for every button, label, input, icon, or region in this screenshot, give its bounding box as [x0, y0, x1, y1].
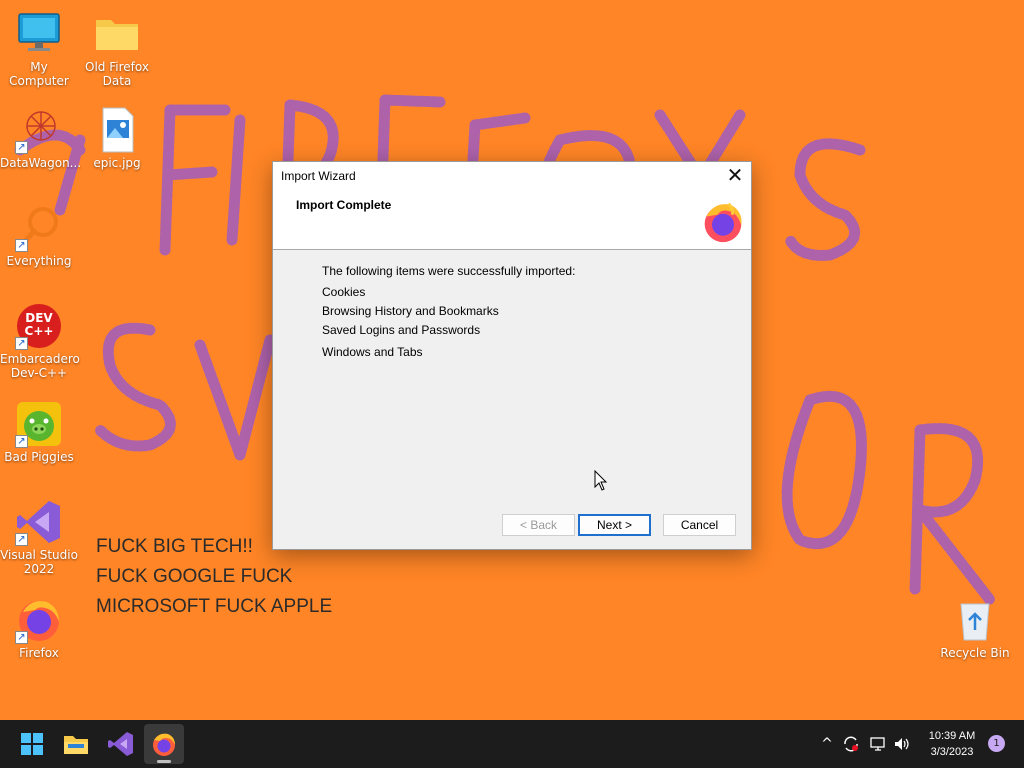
desktop-icon-label: DataWagon...: [0, 156, 82, 170]
network-icon[interactable]: [869, 735, 887, 753]
shortcut-arrow-icon: ↗: [15, 533, 28, 546]
shortcut-arrow-icon: ↗: [15, 239, 28, 252]
datawagon-icon: ↗: [15, 106, 63, 154]
taskbar-firefox[interactable]: [144, 724, 184, 764]
desktop-icon-label: Old Firefox Data: [85, 60, 149, 88]
desktop-icon-my-computer[interactable]: My Computer: [0, 10, 78, 88]
page-heading: Import Complete: [296, 198, 392, 212]
start-icon: [21, 733, 43, 755]
desktop-icon-old-firefox-data[interactable]: Old Firefox Data: [78, 10, 156, 88]
mouse-cursor-icon: [594, 470, 608, 491]
desktop-icon-everything[interactable]: ↗ Everything: [0, 204, 78, 268]
firefox-icon: [153, 733, 175, 756]
desktop-icon-label: Bad Piggies: [4, 450, 74, 464]
desktop-icon-recycle-bin[interactable]: Recycle Bin: [936, 596, 1014, 660]
show-hidden-icons-chevron-icon[interactable]: ^: [818, 735, 836, 753]
desktop-icon-label: epic.jpg: [93, 156, 141, 170]
wallpaper-text-line: MICROSOFT FUCK APPLE: [96, 596, 333, 617]
folder-icon: [93, 10, 141, 58]
notification-badge[interactable]: 1: [988, 735, 1005, 752]
firefox-logo-icon: [701, 200, 745, 244]
desktop-icon-dev-cpp[interactable]: DEV C++ ↗ Embarcadero Dev-C++: [0, 302, 80, 380]
desktop-icon-firefox[interactable]: ↗ Firefox: [0, 596, 78, 660]
close-icon[interactable]: ✕: [719, 162, 751, 190]
taskbar-visual-studio[interactable]: [100, 724, 140, 764]
imported-item: Cookies: [322, 285, 366, 299]
desktop-icon-datawagon[interactable]: ↗ DataWagon...: [0, 106, 82, 170]
back-button[interactable]: < Back: [502, 514, 575, 536]
shortcut-arrow-icon: ↗: [15, 631, 28, 644]
visual-studio-icon: [108, 732, 133, 756]
desktop-icon-label: Recycle Bin: [940, 646, 1010, 660]
cancel-button[interactable]: Cancel: [663, 514, 736, 536]
recycle-bin-icon: [951, 596, 999, 644]
sync-icon[interactable]: [842, 735, 860, 753]
desktop-icon-label: Everything: [6, 254, 72, 268]
desktop-icon-epic-jpg[interactable]: epic.jpg: [78, 106, 156, 170]
desktop-icon-label: My Computer: [9, 60, 69, 88]
clock-time: 10:39 AM: [928, 730, 976, 742]
clock-date: 3/3/2023: [930, 746, 974, 758]
start-button[interactable]: [12, 724, 52, 764]
system-clock[interactable]: 10:39 AM 3/3/2023: [920, 728, 984, 760]
taskbar-file-explorer[interactable]: [56, 724, 96, 764]
shortcut-arrow-icon: ↗: [15, 337, 28, 350]
taskbar: ^: [0, 720, 1024, 768]
devcpp-icon: DEV C++ ↗: [15, 302, 63, 350]
next-button[interactable]: Next >: [578, 514, 651, 536]
shortcut-arrow-icon: ↗: [15, 435, 28, 448]
shortcut-arrow-icon: ↗: [15, 141, 28, 154]
active-indicator: [157, 760, 171, 763]
import-wizard-dialog: Import Wizard ✕ Import Complete The foll…: [272, 161, 752, 550]
wallpaper-text-line: FUCK GOOGLE FUCK: [96, 566, 293, 587]
firefox-icon: ↗: [15, 596, 63, 644]
devcpp-logo-text: DEV C++: [24, 311, 54, 338]
visual-studio-icon: ↗: [15, 498, 63, 546]
volume-icon[interactable]: [893, 735, 911, 753]
imported-item: Saved Logins and Passwords: [322, 323, 481, 337]
dialog-header: Import Wizard ✕ Import Complete: [273, 162, 751, 250]
import-intro-text: The following items were successfully im…: [322, 264, 576, 278]
desktop-icon-label: Embarcadero Dev-C++: [0, 352, 80, 380]
image-file-icon: [93, 106, 141, 154]
monitor-icon: [15, 10, 63, 58]
file-explorer-icon: [64, 736, 88, 754]
magnifier-icon: ↗: [15, 204, 63, 252]
desktop-icon-bad-piggies[interactable]: ↗ Bad Piggies: [0, 400, 78, 464]
desktop-icon-label: Firefox: [19, 646, 59, 660]
imported-item: Browsing History and Bookmarks: [322, 304, 499, 318]
desktop-icon-visual-studio[interactable]: ↗ Visual Studio 2022: [0, 498, 78, 576]
imported-item: Windows and Tabs: [322, 345, 423, 359]
bad-piggies-icon: ↗: [15, 400, 63, 448]
dialog-title: Import Wizard: [281, 169, 356, 183]
desktop-icon-label: Visual Studio 2022: [0, 548, 78, 576]
